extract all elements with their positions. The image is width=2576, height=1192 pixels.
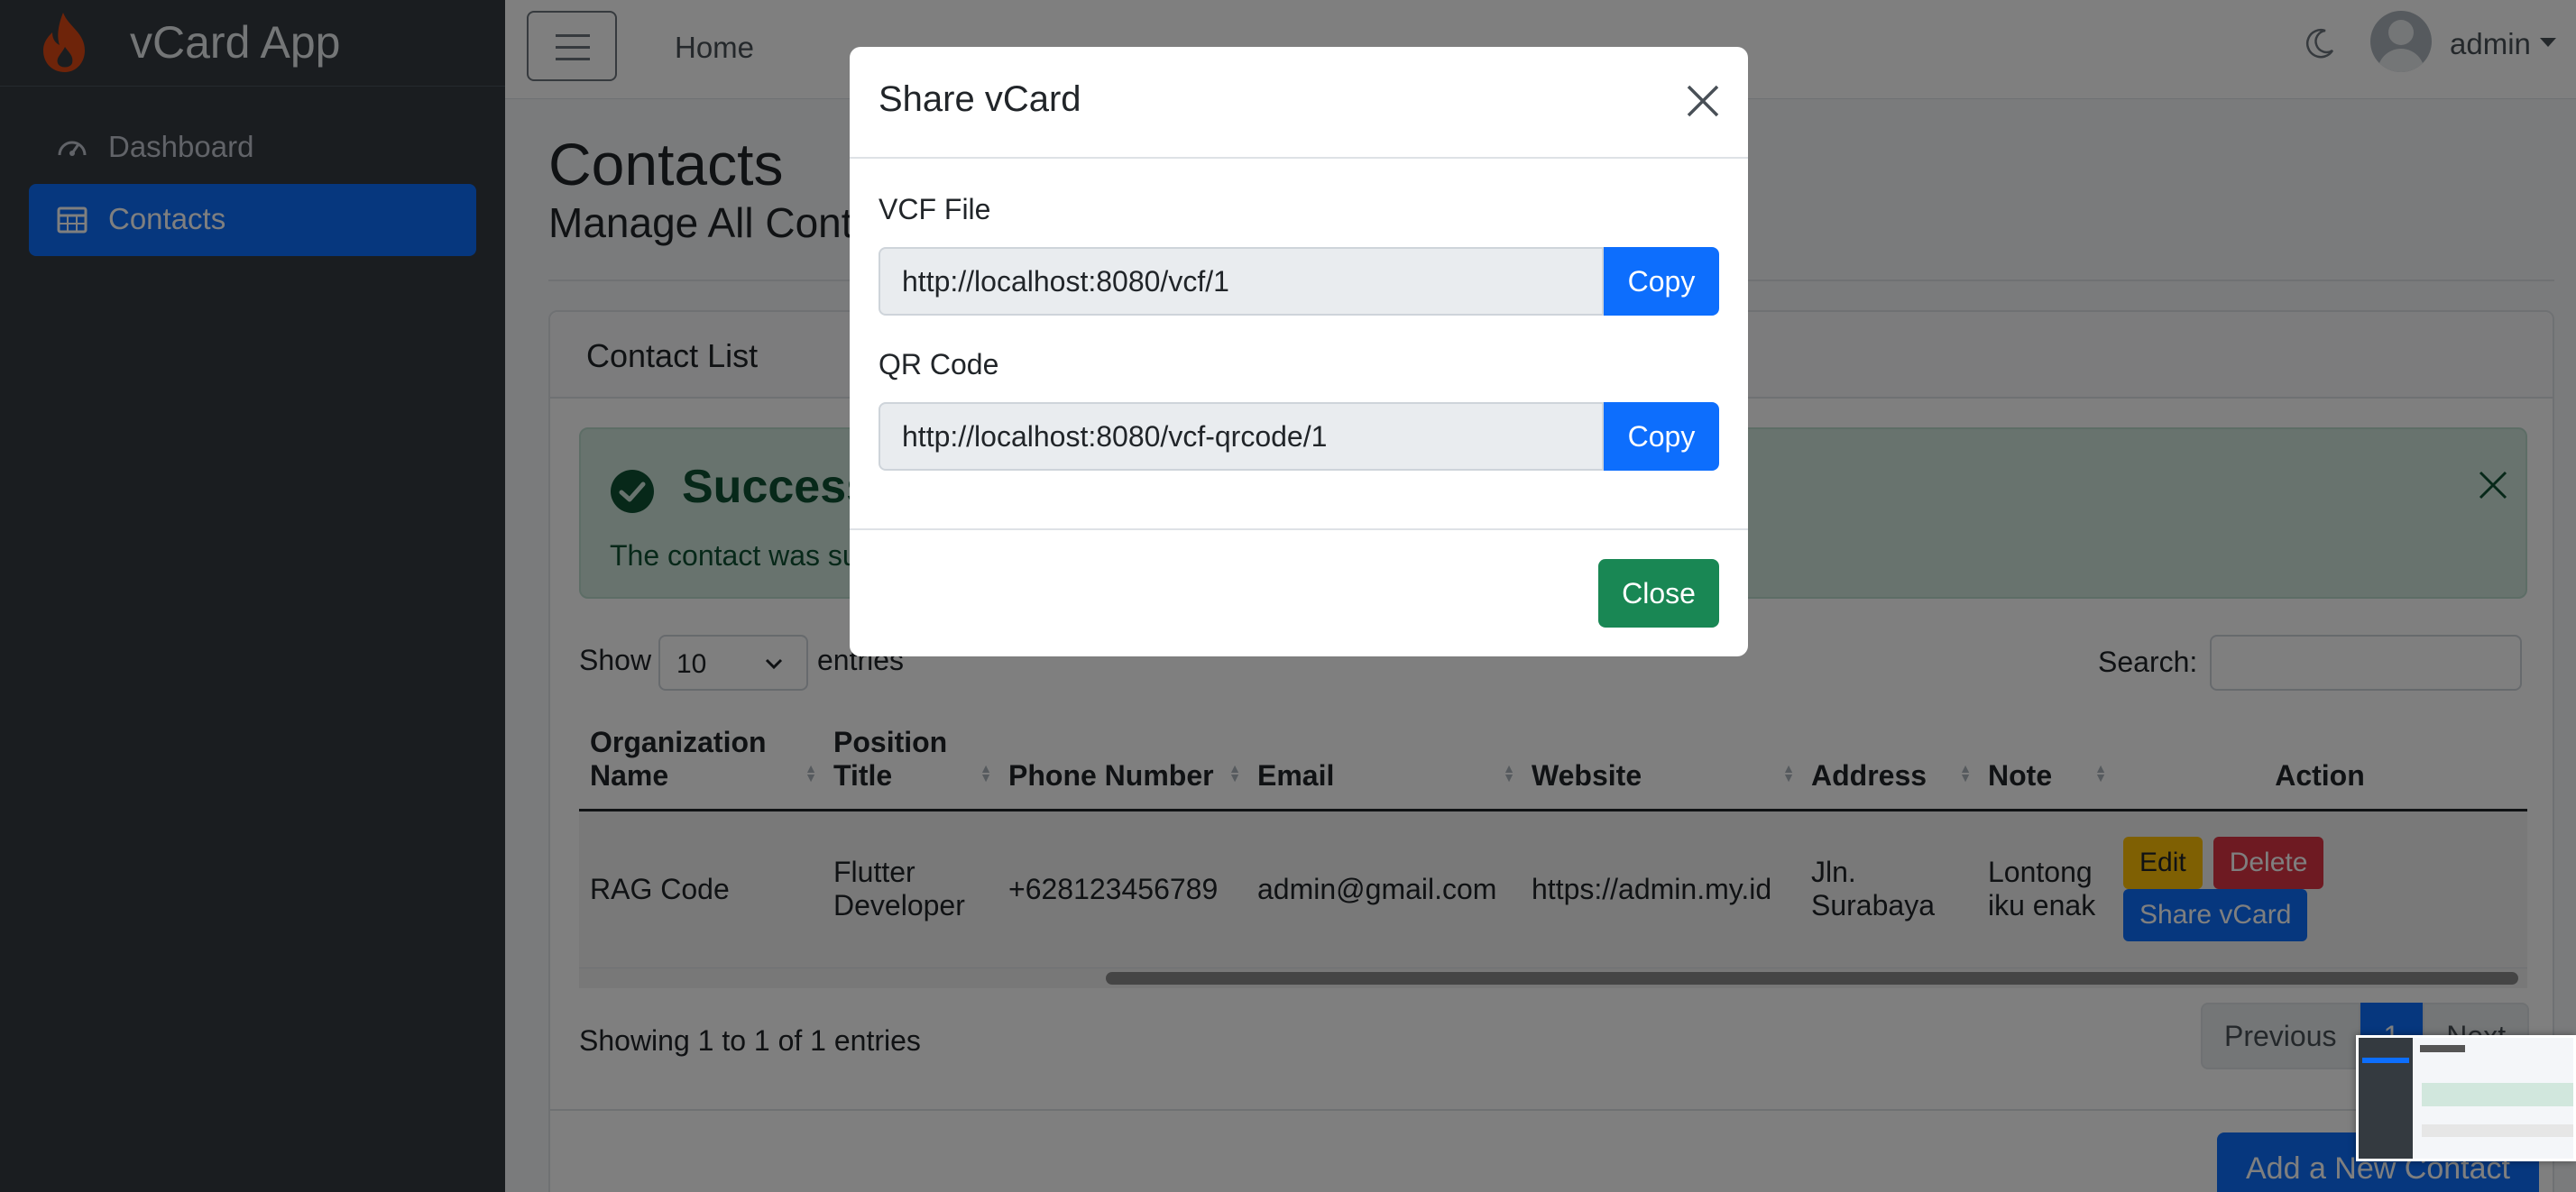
screenshot-thumbnail[interactable] (2356, 1035, 2576, 1161)
close-button[interactable]: Close (1598, 559, 1719, 628)
qr-url-group: http://localhost:8080/vcf-qrcode/1 Copy (879, 402, 1719, 471)
qr-code-label: QR Code (879, 348, 999, 381)
copy-qr-button[interactable]: Copy (1604, 402, 1719, 471)
thumbnail-sidebar (2359, 1038, 2413, 1159)
vcf-file-label: VCF File (879, 193, 991, 225)
vcf-url-group: http://localhost:8080/vcf/1 Copy (879, 247, 1719, 316)
modal-footer-divider (850, 528, 1748, 530)
modal-title: Share vCard (879, 79, 1081, 119)
thumbnail-alert (2422, 1083, 2573, 1106)
vcf-url-field[interactable]: http://localhost:8080/vcf/1 (879, 247, 1604, 316)
close-icon[interactable] (1685, 83, 1721, 119)
qr-url-field[interactable]: http://localhost:8080/vcf-qrcode/1 (879, 402, 1604, 471)
modal-header: Share vCard (850, 47, 1748, 159)
copy-vcf-button[interactable]: Copy (1604, 247, 1719, 316)
thumbnail-title (2420, 1045, 2465, 1052)
thumbnail-row (2422, 1124, 2573, 1137)
share-vcard-modal: Share vCard VCF File http://localhost:80… (850, 47, 1748, 656)
